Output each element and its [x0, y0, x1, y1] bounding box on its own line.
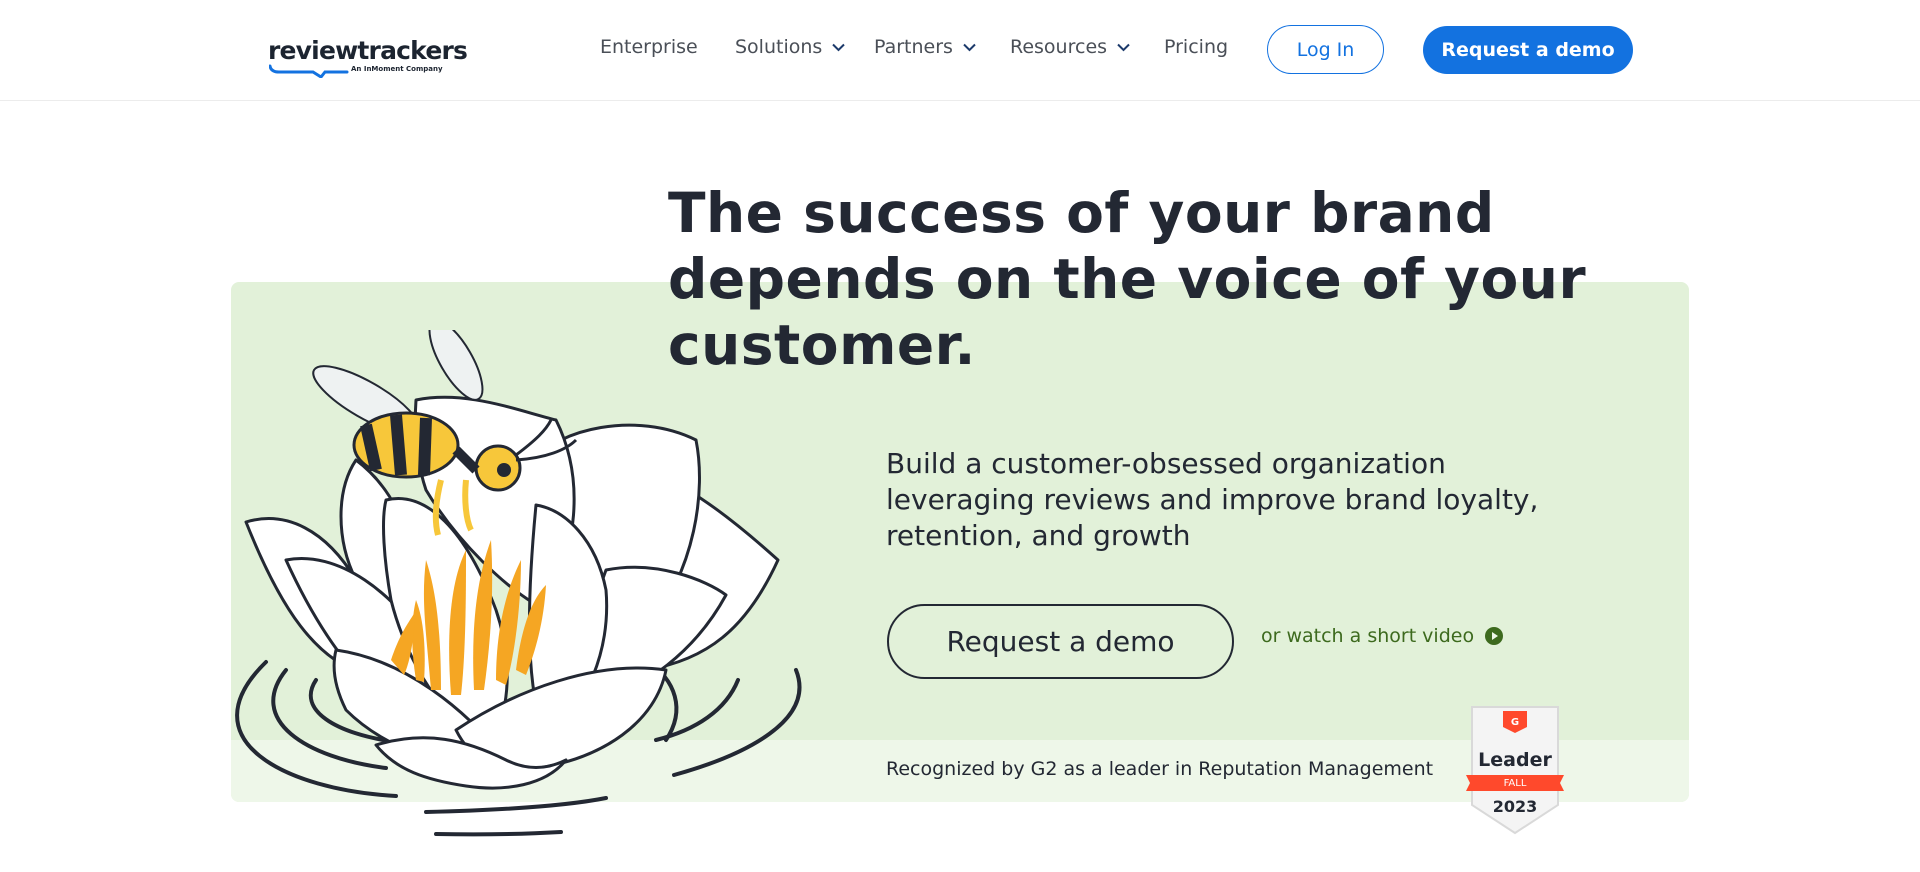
request-demo-button[interactable]: Request a demo [1423, 26, 1633, 74]
nav-label: Enterprise [600, 36, 698, 58]
bee-on-lotus-illustration [235, 330, 802, 837]
watch-video-link[interactable]: or watch a short video [1261, 625, 1504, 647]
hero-headline: The success of your brand depends on the… [668, 181, 1587, 377]
nav-pricing[interactable]: Pricing [1164, 36, 1228, 58]
chevron-down-icon [832, 43, 846, 51]
badge-title: Leader [1478, 749, 1552, 771]
site-header: reviewtrackers An InMoment Company Enter… [0, 0, 1920, 101]
logo-tagline: An InMoment Company [351, 65, 443, 73]
hero-request-demo-button[interactable]: Request a demo [887, 604, 1234, 679]
nav-label: Partners [874, 36, 953, 58]
badge-season: FALL [1503, 778, 1527, 789]
play-circle-icon [1485, 627, 1504, 645]
g2-leader-badge: G Leader FALL 2023 [1460, 705, 1570, 835]
nav-label: Resources [1010, 36, 1108, 58]
chevron-down-icon [963, 43, 976, 51]
nav-label: Solutions [735, 36, 823, 58]
logo-wordmark: reviewtrackers [268, 36, 468, 65]
nav-partners[interactable]: Partners [874, 36, 976, 58]
g2-recognition-text: Recognized by G2 as a leader in Reputati… [886, 758, 1434, 780]
chevron-down-icon [1117, 43, 1130, 51]
login-button[interactable]: Log In [1267, 25, 1384, 74]
nav-resources[interactable]: Resources [1010, 36, 1130, 58]
video-link-label: or watch a short video [1261, 625, 1475, 647]
hero-subcopy: Build a customer-obsessed organization l… [886, 447, 1539, 552]
logo-swoosh-icon [269, 64, 349, 78]
badge-year: 2023 [1492, 797, 1538, 816]
nav-solutions[interactable]: Solutions [735, 36, 846, 58]
nav-enterprise[interactable]: Enterprise [600, 36, 698, 58]
logo[interactable]: reviewtrackers An InMoment Company [268, 36, 468, 78]
nav-label: Pricing [1164, 36, 1229, 58]
g2-logo-icon: G [1511, 717, 1519, 728]
